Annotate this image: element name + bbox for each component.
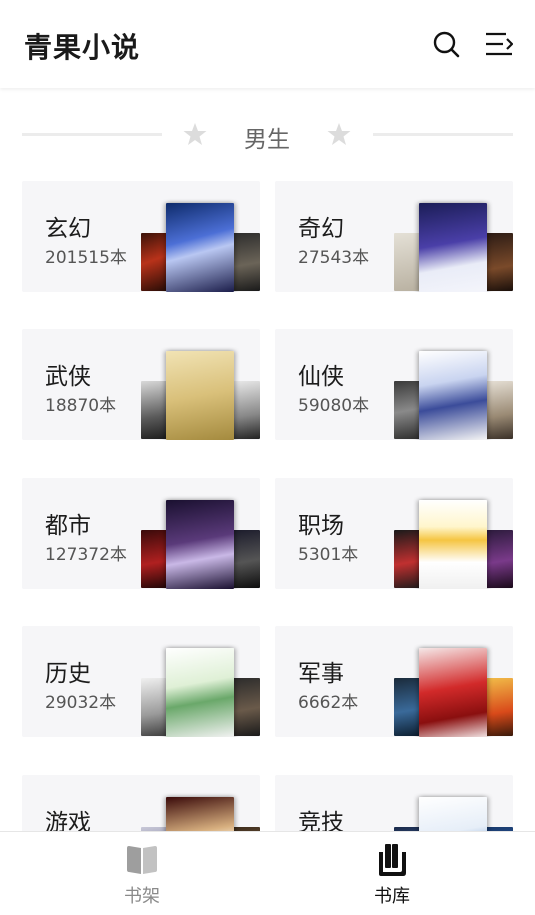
category-card-wuxia[interactable]: 武侠 18870本: [22, 329, 260, 440]
category-name: 都市: [45, 513, 91, 539]
category-card-dushi[interactable]: 都市 127372本: [22, 478, 260, 589]
category-name: 历史: [45, 661, 91, 687]
tab-bookshelf[interactable]: 书架: [82, 842, 202, 908]
category-count: 29032本: [45, 693, 117, 713]
category-name: 仙侠: [298, 364, 344, 390]
divider-line: [373, 133, 513, 136]
app-header: 青果小说: [0, 0, 535, 88]
category-count: 6662本: [298, 693, 359, 713]
section-title: 男生: [244, 127, 290, 153]
category-count: 201515本: [45, 248, 127, 268]
divider-line: [22, 133, 162, 136]
book-cover: [166, 203, 234, 292]
bottom-tab-bar: 书架 书库: [0, 831, 535, 915]
tab-library[interactable]: 书库: [332, 842, 452, 908]
tab-label: 书库: [374, 886, 410, 907]
app-title: 青果小说: [24, 31, 141, 64]
book-cover: [419, 500, 487, 589]
search-icon[interactable]: [432, 30, 460, 58]
category-count: 27543本: [298, 248, 370, 268]
book-cover: [166, 351, 234, 440]
section-header: 男生: [22, 118, 513, 153]
category-name: 玄幻: [45, 216, 91, 242]
book-open-icon: [127, 846, 157, 874]
tab-label: 书架: [124, 886, 160, 907]
category-card-xuanhuan[interactable]: 玄幻 201515本: [22, 181, 260, 292]
category-name: 军事: [298, 661, 344, 687]
category-count: 59080本: [298, 396, 370, 416]
category-count: 127372本: [45, 545, 127, 565]
book-cover: [419, 351, 487, 440]
category-card-lishi[interactable]: 历史 29032本: [22, 626, 260, 737]
star-icon: [183, 123, 207, 145]
book-cover: [166, 500, 234, 589]
library-icon: [379, 844, 406, 876]
category-name: 职场: [298, 513, 344, 539]
book-cover: [419, 203, 487, 292]
star-icon: [327, 123, 351, 145]
menu-arrow-icon[interactable]: [485, 30, 513, 58]
category-name: 武侠: [45, 364, 91, 390]
category-card-zhichang[interactable]: 职场 5301本: [275, 478, 513, 589]
book-cover: [166, 648, 234, 737]
category-card-qihuan[interactable]: 奇幻 27543本: [275, 181, 513, 292]
book-cover: [419, 648, 487, 737]
category-count: 18870本: [45, 396, 117, 416]
category-card-xianxia[interactable]: 仙侠 59080本: [275, 329, 513, 440]
category-count: 5301本: [298, 545, 359, 565]
category-name: 奇幻: [298, 216, 344, 242]
category-card-junshi[interactable]: 军事 6662本: [275, 626, 513, 737]
